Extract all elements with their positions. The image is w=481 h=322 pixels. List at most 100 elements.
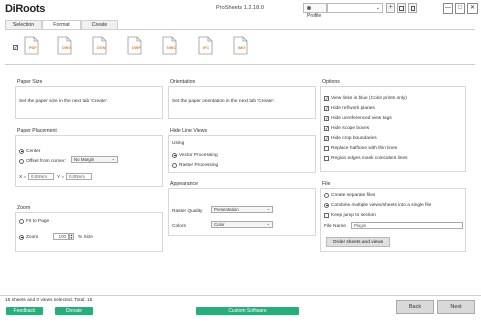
checkbox[interactable]: ✓ — [324, 105, 329, 111]
colors-select[interactable]: Color — [211, 221, 273, 228]
y-label: Y = — [57, 175, 65, 180]
next-button[interactable]: Next — [437, 300, 475, 314]
save-profile-button[interactable] — [397, 3, 406, 13]
margin-select[interactable]: No Margin — [71, 156, 118, 163]
radio[interactable] — [324, 192, 329, 198]
option-label: Hide ref/work planes — [331, 105, 375, 111]
checkbox[interactable]: ✓ — [13, 45, 18, 51]
radio[interactable] — [19, 148, 24, 154]
profile-select[interactable]: ⌄ — [327, 3, 383, 13]
status-text: 15 sheets and 0 views selected. Total: 1… — [5, 298, 93, 303]
option-hide-ref-planes[interactable]: ✓ Hide ref/work planes — [324, 105, 375, 111]
zoom-stepper[interactable]: ▲ ▼ — [69, 233, 74, 240]
appearance-title: Appearance — [170, 181, 198, 187]
file-name-input[interactable]: Plugin — [351, 222, 463, 229]
zoom-value-input[interactable]: 100 — [53, 233, 69, 240]
x-offset-input[interactable]: 0.00mm — [28, 173, 54, 180]
format-img[interactable]: IMG — [233, 36, 248, 55]
custom-software-button[interactable]: Custom Software — [196, 307, 299, 315]
radio-label: Fit to Page — [26, 218, 50, 224]
divider — [5, 64, 475, 65]
radio[interactable] — [172, 162, 177, 168]
raster-processing-option[interactable]: Raster Processing — [172, 162, 218, 168]
checkbox[interactable]: ✓ — [324, 135, 329, 141]
feedback-button[interactable]: Feedback — [6, 307, 43, 315]
format-label: IMG — [238, 46, 246, 50]
checkbox[interactable] — [324, 155, 329, 161]
appearance-panel: Raster Quality Presentation Colors Color — [168, 188, 316, 236]
y-offset-input[interactable]: 0.00mm — [66, 173, 92, 180]
close-button[interactable]: ✕ — [467, 3, 478, 14]
option-view-links[interactable]: ✓ View links in blue (Color prints only) — [324, 95, 407, 101]
vector-processing-option[interactable]: Vector Processing — [172, 152, 218, 158]
keep-jump-option[interactable]: Keep jump to section — [324, 212, 376, 218]
placement-panel: Center Offset from corner: No Margin X =… — [15, 135, 163, 187]
format-ifc[interactable]: IFC — [198, 36, 213, 55]
format-dwg[interactable]: DWG — [57, 36, 72, 55]
format-nwc[interactable]: NWC — [162, 36, 177, 55]
radio-label: Offset from corner: — [26, 158, 66, 164]
x-label: X = — [19, 175, 27, 180]
format-dwf[interactable]: DWF — [127, 36, 142, 55]
back-button[interactable]: Back — [396, 300, 434, 314]
option-hide-scope-boxes[interactable]: ✓ Hide scope boxes — [324, 125, 369, 131]
tab-create[interactable]: Create — [81, 20, 118, 29]
option-replace-halftone[interactable]: Replace halftone with thin lines — [324, 145, 397, 151]
user-icon — [307, 5, 311, 10]
option-hide-unref-tags[interactable]: ✓ Hide unreferenced view tags — [324, 115, 392, 121]
zoom-panel: Fit to Page Zoom 100 ▲ ▼ % Size — [15, 212, 163, 252]
radio-label: Raster Processing — [179, 162, 219, 168]
paper-size-title: Paper Size — [17, 79, 43, 85]
format-pdf[interactable]: PDF — [24, 36, 39, 55]
radio-label: Create separate files — [331, 192, 376, 198]
hidden-lines-panel: Using Vector Processing Raster Processin… — [168, 135, 316, 173]
zoom-option[interactable]: Zoom — [19, 234, 38, 240]
option-label: View links in blue (Color prints only) — [331, 95, 407, 101]
raster-quality-select[interactable]: Presentation — [211, 206, 273, 213]
orientation-title: Orientation — [170, 79, 196, 85]
radio[interactable] — [324, 202, 329, 208]
raster-quality-label: Raster Quality — [172, 209, 203, 214]
format-label: IFC — [203, 46, 210, 50]
file-name-label: File Name — [324, 224, 346, 229]
tab-selection[interactable]: Selection — [5, 20, 42, 29]
option-label: Region edges mask coincident lines — [331, 155, 408, 161]
option-label: Hide unreferenced view tags — [331, 115, 392, 121]
separate-files-option[interactable]: Create separate files — [324, 192, 375, 198]
placement-offset[interactable]: Offset from corner: — [19, 158, 66, 164]
trash-icon — [410, 6, 415, 11]
combine-files-option[interactable]: Combine multiple views/sheets into a sin… — [324, 202, 431, 208]
zoom-size-label: % Size — [78, 235, 93, 240]
checkbox[interactable]: ✓ — [324, 125, 329, 131]
paper-size-panel: Set the paper size in the next tab 'Crea… — [15, 86, 163, 119]
profile-label: Profile — [303, 3, 327, 19]
checkbox[interactable]: ✓ — [324, 95, 329, 101]
option-label: Replace halftone with thin lines — [331, 145, 398, 151]
order-sheets-button[interactable]: Order sheets and views — [326, 237, 390, 247]
format-pdf-checkbox[interactable]: ✓ — [13, 45, 18, 51]
checkbox[interactable] — [324, 145, 329, 151]
footer-divider — [0, 295, 481, 296]
radio[interactable] — [19, 234, 24, 240]
radio[interactable] — [172, 152, 177, 158]
delete-profile-button[interactable] — [408, 3, 417, 13]
maximize-button[interactable]: □ — [455, 3, 465, 14]
radio[interactable] — [19, 158, 24, 164]
format-label: NWC — [167, 46, 177, 50]
add-profile-button[interactable]: + — [386, 3, 395, 13]
placement-center[interactable]: Center — [19, 148, 40, 154]
chevron-down-icon[interactable]: ▼ — [70, 236, 73, 240]
checkbox[interactable] — [324, 212, 329, 218]
minimize-button[interactable]: — — [443, 3, 453, 14]
option-region-edges[interactable]: Region edges mask coincident lines — [324, 155, 408, 161]
radio[interactable] — [19, 218, 24, 224]
donate-button[interactable]: Donate — [55, 307, 93, 315]
format-dgn[interactable]: DGN — [92, 36, 107, 55]
fit-to-page-option[interactable]: Fit to Page — [19, 218, 49, 224]
hidden-lines-title: Hide Line Views — [170, 128, 208, 134]
using-label: Using — [172, 141, 185, 146]
format-label: DWG — [62, 46, 72, 50]
option-label: Hide scope boxes — [331, 125, 370, 131]
option-hide-crop[interactable]: ✓ Hide crop boundaries — [324, 135, 377, 141]
checkbox[interactable]: ✓ — [324, 115, 329, 121]
